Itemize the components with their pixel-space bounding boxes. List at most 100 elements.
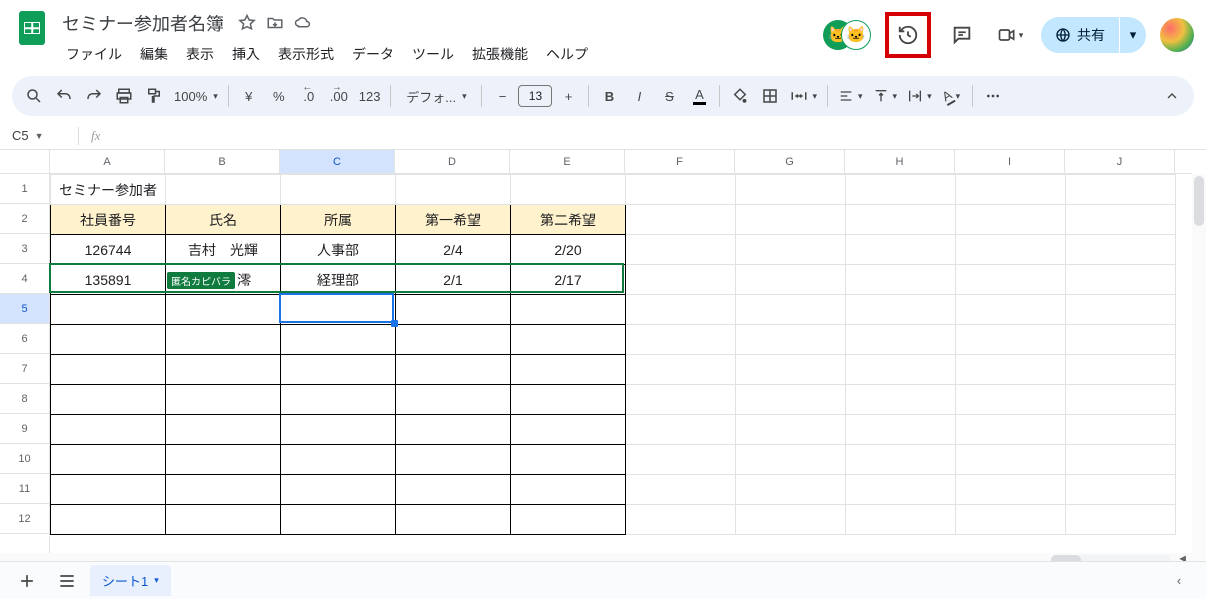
- halign-button[interactable]: ▾: [834, 82, 867, 110]
- cell-B6[interactable]: [166, 325, 281, 355]
- cell-I11[interactable]: [956, 475, 1066, 505]
- cell-C7[interactable]: [281, 355, 396, 385]
- menu-file[interactable]: ファイル: [58, 40, 130, 68]
- cell-F8[interactable]: [626, 385, 736, 415]
- cell-G1[interactable]: [736, 175, 846, 205]
- cell-I9[interactable]: [956, 415, 1066, 445]
- cell-E8[interactable]: [511, 385, 626, 415]
- cell-F4[interactable]: [626, 265, 736, 295]
- cell-C10[interactable]: [281, 445, 396, 475]
- cell-H11[interactable]: [846, 475, 956, 505]
- bold-button[interactable]: B: [595, 82, 623, 110]
- cell-D6[interactable]: [396, 325, 511, 355]
- cell-A11[interactable]: [51, 475, 166, 505]
- cell-A6[interactable]: [51, 325, 166, 355]
- name-box-dropdown-icon[interactable]: ▼: [35, 131, 44, 141]
- share-button[interactable]: 共有: [1041, 17, 1119, 53]
- cell-I2[interactable]: [956, 205, 1066, 235]
- cloud-status-icon[interactable]: [294, 14, 312, 32]
- cell-J6[interactable]: [1066, 325, 1176, 355]
- cell-C11[interactable]: [281, 475, 396, 505]
- increase-decimal-button[interactable]: .00→: [325, 82, 353, 110]
- cell-B11[interactable]: [166, 475, 281, 505]
- cell-D8[interactable]: [396, 385, 511, 415]
- cell-D11[interactable]: [396, 475, 511, 505]
- name-box[interactable]: C5 ▼: [0, 128, 72, 143]
- col-header-D[interactable]: D: [395, 150, 510, 173]
- cell-C8[interactable]: [281, 385, 396, 415]
- cell-D2[interactable]: 第一希望: [396, 205, 511, 235]
- cell-A12[interactable]: [51, 505, 166, 535]
- cell-B8[interactable]: [166, 385, 281, 415]
- row-header-4[interactable]: 4: [0, 264, 49, 294]
- menu-extensions[interactable]: 拡張機能: [464, 40, 536, 68]
- cell-G6[interactable]: [736, 325, 846, 355]
- cell-H3[interactable]: [846, 235, 956, 265]
- share-dropdown[interactable]: ▾: [1120, 17, 1146, 53]
- redo-icon[interactable]: [80, 82, 108, 110]
- cell-H12[interactable]: [846, 505, 956, 535]
- cell-A8[interactable]: [51, 385, 166, 415]
- cell-C4[interactable]: 経理部: [281, 265, 396, 295]
- col-header-F[interactable]: F: [625, 150, 735, 173]
- menu-insert[interactable]: 挿入: [224, 40, 268, 68]
- collapse-toolbar-icon[interactable]: [1158, 82, 1186, 110]
- cell-J2[interactable]: [1066, 205, 1176, 235]
- cell-I5[interactable]: [956, 295, 1066, 325]
- col-header-B[interactable]: B: [165, 150, 280, 173]
- row-header-9[interactable]: 9: [0, 414, 49, 444]
- col-header-G[interactable]: G: [735, 150, 845, 173]
- cell-J8[interactable]: [1066, 385, 1176, 415]
- cell-F10[interactable]: [626, 445, 736, 475]
- collaborator-avatar-2[interactable]: 🐱: [841, 20, 871, 50]
- print-icon[interactable]: [110, 82, 138, 110]
- cell-A9[interactable]: [51, 415, 166, 445]
- increase-font-button[interactable]: +: [554, 82, 582, 110]
- cell-C2[interactable]: 所属: [281, 205, 396, 235]
- cell-J5[interactable]: [1066, 295, 1176, 325]
- row-header-7[interactable]: 7: [0, 354, 49, 384]
- rotate-button[interactable]: A▾: [938, 82, 966, 110]
- percent-button[interactable]: %: [265, 82, 293, 110]
- cell-E10[interactable]: [511, 445, 626, 475]
- cell-C12[interactable]: [281, 505, 396, 535]
- cell-G11[interactable]: [736, 475, 846, 505]
- cell-D3[interactable]: 2/4: [396, 235, 511, 265]
- meet-icon[interactable]: ▾: [993, 18, 1027, 52]
- sheets-logo[interactable]: [12, 8, 52, 48]
- vertical-scrollbar[interactable]: [1192, 174, 1206, 570]
- cell-E1[interactable]: [511, 175, 626, 205]
- cell-G3[interactable]: [736, 235, 846, 265]
- cell-D1[interactable]: [396, 175, 511, 205]
- cell-E2[interactable]: 第二希望: [511, 205, 626, 235]
- row-header-11[interactable]: 11: [0, 474, 49, 504]
- currency-button[interactable]: ¥: [235, 82, 263, 110]
- cell-H2[interactable]: [846, 205, 956, 235]
- col-header-I[interactable]: I: [955, 150, 1065, 173]
- cell-C5[interactable]: [281, 295, 396, 325]
- sheet-tab-1[interactable]: シート1 ▾: [90, 565, 171, 596]
- menu-edit[interactable]: 編集: [132, 40, 176, 68]
- cell-I3[interactable]: [956, 235, 1066, 265]
- cell-I4[interactable]: [956, 265, 1066, 295]
- cell-J10[interactable]: [1066, 445, 1176, 475]
- cell-C3[interactable]: 人事部: [281, 235, 396, 265]
- cell-G9[interactable]: [736, 415, 846, 445]
- cell-B2[interactable]: 氏名: [166, 205, 281, 235]
- valign-button[interactable]: ▾: [869, 82, 902, 110]
- decrease-decimal-button[interactable]: .0←: [295, 82, 323, 110]
- cell-G12[interactable]: [736, 505, 846, 535]
- history-icon[interactable]: [891, 18, 925, 52]
- cell-J4[interactable]: [1066, 265, 1176, 295]
- menu-help[interactable]: ヘルプ: [538, 40, 596, 68]
- selection-handle[interactable]: [391, 320, 398, 327]
- cell-E12[interactable]: [511, 505, 626, 535]
- cell-G2[interactable]: [736, 205, 846, 235]
- cell-F6[interactable]: [626, 325, 736, 355]
- spreadsheet-grid[interactable]: ABCDEFGHIJ 123456789101112 セミナー参加者社員番号氏名…: [0, 150, 1206, 570]
- row-header-2[interactable]: 2: [0, 204, 49, 234]
- cell-J3[interactable]: [1066, 235, 1176, 265]
- row-header-5[interactable]: 5: [0, 294, 49, 324]
- sheet-tab-menu-icon[interactable]: ▾: [154, 575, 159, 586]
- cell-D10[interactable]: [396, 445, 511, 475]
